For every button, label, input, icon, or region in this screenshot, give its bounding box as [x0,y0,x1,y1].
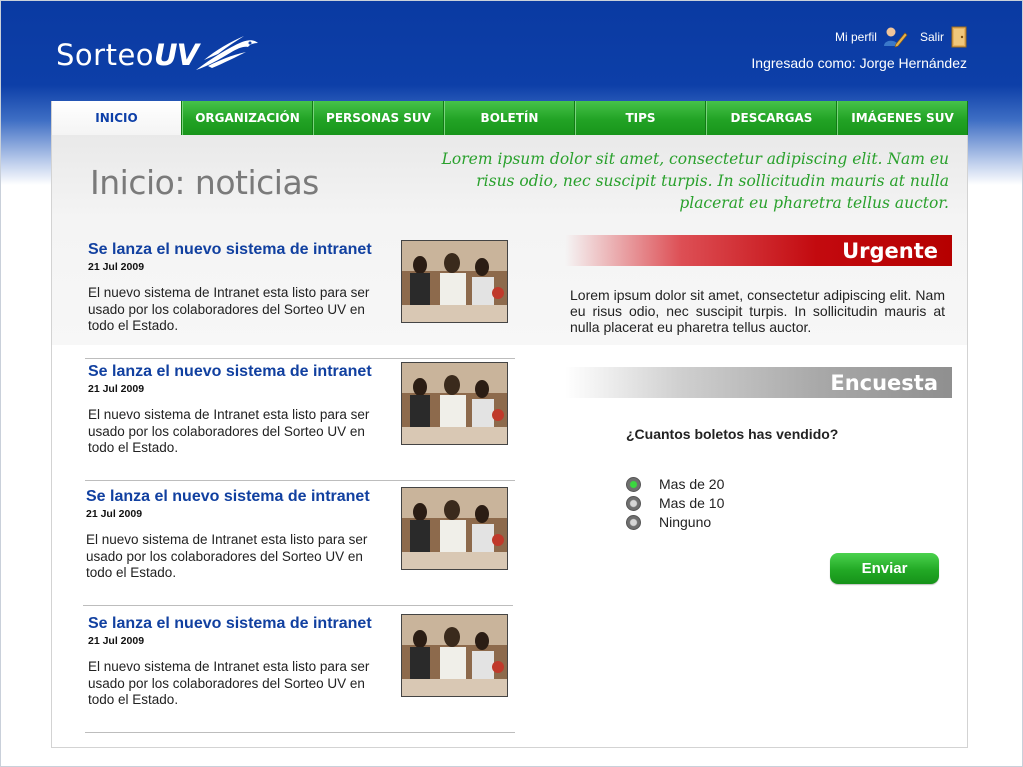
news-date: 21 Jul 2009 [86,508,143,520]
main-nav: INICIO ORGANIZACIÓN PERSONAS SUV BOLETÍN… [51,101,968,135]
news-title-link[interactable]: Se lanza el nuevo sistema de intranet [86,488,370,506]
poll-header: Encuesta [565,367,952,398]
photo-people-icon [402,363,507,444]
news-title-link[interactable]: Se lanza el nuevo sistema de intranet [88,363,372,381]
sorteo-uv-logo[interactable]: SorteoUV [56,30,260,80]
logged-in-user: Ingresado como: Jorge Hernández [751,55,967,71]
nav-boletin[interactable]: BOLETÍN [444,101,575,135]
news-title-link[interactable]: Se lanza el nuevo sistema de intranet [88,615,372,633]
news-date: 21 Jul 2009 [88,383,145,395]
logout-link[interactable]: Salir [920,26,969,48]
news-date: 21 Jul 2009 [88,261,145,273]
photo-people-icon [402,615,507,696]
news-item: Se lanza el nuevo sistema de intranet 21… [85,235,515,359]
news-photo[interactable] [401,614,508,697]
profile-label: Mi perfil [834,30,877,44]
content-panel: Inicio: noticias Lorem ipsum dolor sit a… [51,135,968,748]
radio-button[interactable] [626,495,641,511]
profile-link[interactable]: Mi perfil [835,26,908,48]
radio-button[interactable] [626,514,641,530]
photo-people-icon [402,241,507,322]
intro-text: Lorem ipsum dolor sit amet, consectetur … [441,150,949,212]
nav-personas-suv[interactable]: PERSONAS SUV [313,101,444,135]
poll-question: ¿Cuantos boletos has vendido? [626,426,839,442]
logout-label: Salir [919,30,944,44]
news-date: 21 Jul 2009 [88,635,145,647]
radio-button-selected[interactable] [626,476,641,492]
door-icon [951,26,967,48]
nav-inicio[interactable]: INICIO [51,101,182,135]
nav-organizacion[interactable]: ORGANIZACIÓN [182,101,313,135]
news-item: Se lanza el nuevo sistema de intranet 21… [85,609,515,733]
news-body: El nuevo sistema de Intranet esta listo … [86,532,368,580]
news-photo[interactable] [401,487,508,570]
news-item: Se lanza el nuevo sistema de intranet 21… [83,482,513,606]
poll-option-label: Mas de 10 [659,495,725,511]
poll-option-mas-de-20[interactable]: Mas de 20 [626,476,724,492]
news-photo[interactable] [401,362,508,445]
news-title-link[interactable]: Se lanza el nuevo sistema de intranet [88,241,372,259]
urgent-text: Lorem ipsum dolor sit amet, consectetur … [570,287,945,335]
poll-option-label: Mas de 20 [659,476,725,492]
news-body: El nuevo sistema de Intranet esta listo … [88,407,370,455]
poll-option-ninguno[interactable]: Ninguno [626,514,711,530]
nav-tips[interactable]: TIPS [575,101,706,135]
poll-option-mas-de-10[interactable]: Mas de 10 [626,495,724,511]
user-edit-icon [883,27,908,48]
news-body: El nuevo sistema de Intranet esta listo … [88,659,370,707]
news-item: Se lanza el nuevo sistema de intranet 21… [85,357,515,481]
page-title: Inicio: noticias [90,163,319,202]
submit-poll-button[interactable]: Enviar [830,553,939,584]
news-body: El nuevo sistema de Intranet esta listo … [88,285,370,333]
nav-descargas[interactable]: DESCARGAS [706,101,837,135]
nav-imagenes-suv[interactable]: IMÁGENES SUV [837,101,968,135]
news-photo[interactable] [401,240,508,323]
urgent-header: Urgente [565,235,952,266]
poll-option-label: Ninguno [659,514,712,530]
eagle-icon [196,36,259,70]
logo-text: SorteoUV [56,38,199,72]
top-links: Mi perfil Salir [835,26,969,48]
photo-people-icon [402,488,507,569]
